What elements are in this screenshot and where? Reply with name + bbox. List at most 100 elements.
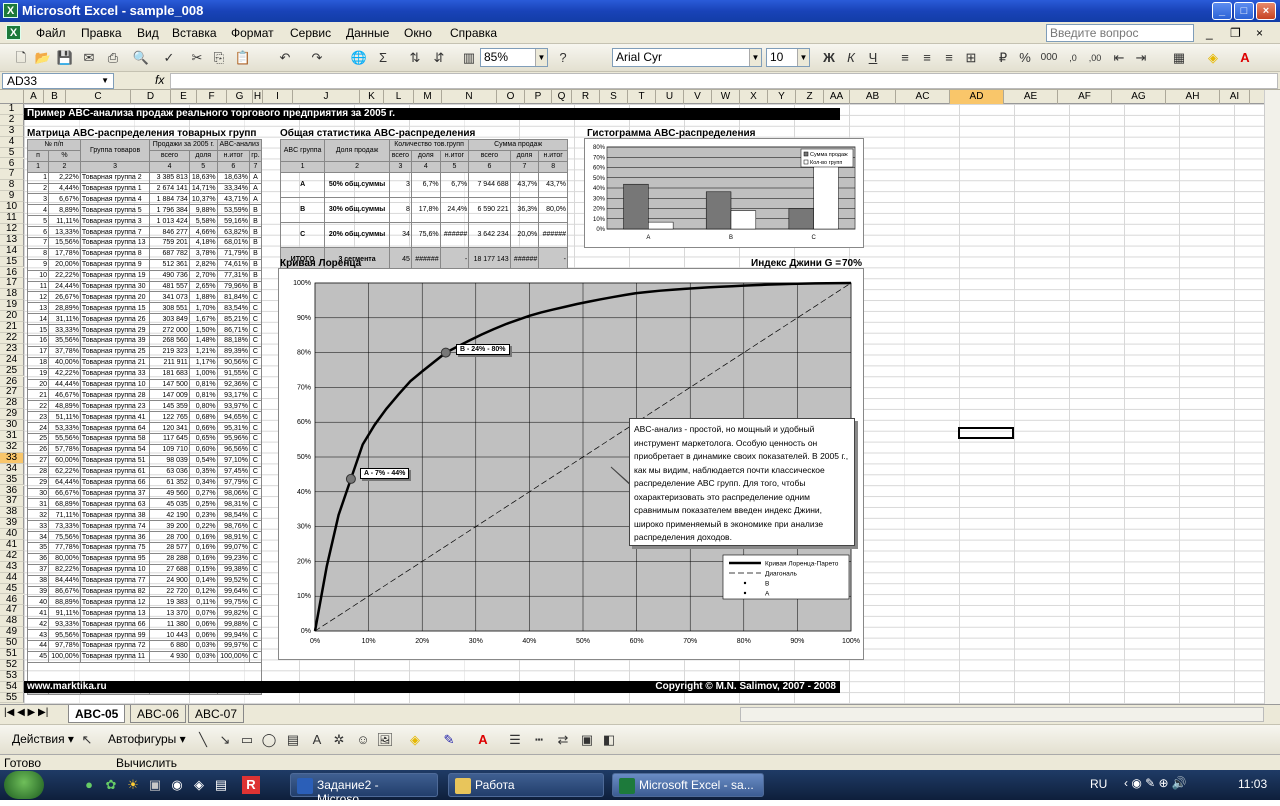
dash-style-icon[interactable]: ┅	[530, 731, 548, 749]
mx-cell[interactable]: Товарная группа 66	[79, 618, 151, 631]
select-all-corner[interactable]	[0, 90, 24, 104]
mx-cell[interactable]: 147 500	[149, 378, 190, 391]
start-button[interactable]	[4, 771, 44, 799]
mx-cell[interactable]: B	[248, 204, 263, 217]
permission-icon[interactable]: ✉	[80, 49, 98, 67]
mx-cell[interactable]: Товарная группа 15	[79, 302, 151, 315]
mx-cell[interactable]: 490 736	[149, 269, 190, 282]
mx-cell[interactable]: 40	[26, 596, 50, 609]
mx-cell[interactable]: Товарная группа 95	[79, 552, 151, 565]
diagram-icon[interactable]: ✲	[330, 731, 348, 749]
italic-icon[interactable]: К	[842, 49, 860, 67]
menu-0[interactable]: Файл	[36, 26, 66, 40]
select-objects-icon[interactable]: ↖	[78, 731, 96, 749]
mx-cell[interactable]: 11 380	[149, 618, 190, 631]
mx-cell[interactable]: 1,88%	[188, 291, 218, 304]
mx-cell[interactable]: 82,22%	[48, 563, 81, 576]
mx-cell[interactable]: C	[248, 422, 263, 435]
mx-cell[interactable]: 8,89%	[48, 204, 81, 217]
mx-cell[interactable]: Товарная группа 33	[79, 367, 151, 380]
mx-cell[interactable]: 39 200	[149, 520, 190, 533]
copy-icon[interactable]: ⎘	[210, 49, 228, 67]
mx-cell[interactable]: 17	[26, 345, 50, 358]
mx-cell[interactable]: 36	[26, 552, 50, 565]
col-header-J[interactable]: J	[293, 90, 360, 104]
mx-cell[interactable]: Товарная группа 21	[79, 356, 151, 369]
mx-cell[interactable]: 91,55%	[216, 367, 250, 380]
worksheet-grid[interactable]: Пример ABC-анализа продаж реального торг…	[24, 104, 1264, 704]
st-cell[interactable]: 6 590 221	[468, 196, 511, 223]
autoshapes-menu[interactable]: Автофигуры ▾	[108, 732, 186, 746]
mx-cell[interactable]: 81,84%	[216, 291, 250, 304]
menu-4[interactable]: Формат	[231, 26, 274, 40]
mx-cell[interactable]: 0,35%	[188, 465, 218, 478]
mx-cell[interactable]: 97,45%	[216, 465, 250, 478]
mx-cell[interactable]: C	[248, 443, 263, 456]
row-header-44[interactable]: 44	[0, 572, 24, 584]
mx-cell[interactable]: 55,56%	[48, 433, 81, 445]
mx-cell[interactable]: C	[248, 531, 263, 543]
mx-cell[interactable]: 37	[26, 563, 50, 576]
mx-cell[interactable]: C	[248, 574, 263, 587]
mx-cell[interactable]: 2,82%	[188, 258, 218, 271]
mx-cell[interactable]: Товарная группа 10	[79, 563, 151, 576]
formula-input[interactable]	[170, 73, 1278, 89]
mx-cell[interactable]: 4,44%	[48, 182, 81, 195]
mx-cell[interactable]: Товарная группа 51	[79, 454, 151, 467]
mx-cell[interactable]: 2,65%	[188, 280, 218, 293]
mx-cell[interactable]: 109 710	[149, 443, 190, 456]
mx-cell[interactable]: 0,16%	[188, 552, 218, 565]
mx-cell[interactable]: Товарная группа 1	[79, 182, 151, 195]
annotation-callout[interactable]: ABC-анализ - простой, но мощный и удобны…	[629, 418, 855, 546]
col-header-C[interactable]: C	[66, 90, 131, 104]
row-header-34[interactable]: 34	[0, 463, 24, 475]
mx-cell[interactable]: Товарная группа 13	[79, 237, 151, 249]
mx-cell[interactable]: 28 700	[149, 531, 190, 543]
mx-cell[interactable]: 99,75%	[216, 596, 250, 609]
mx-cell[interactable]: 99,52%	[216, 574, 250, 587]
mx-cell[interactable]: 26	[26, 443, 50, 456]
st-cell[interactable]: 34	[388, 221, 412, 248]
mx-cell[interactable]: 63 036	[149, 465, 190, 478]
help-search-input[interactable]: Введите вопрос	[1046, 24, 1194, 42]
col-header-M[interactable]: M	[414, 90, 442, 104]
sheet-tab-ABC-06[interactable]: ABC-06	[130, 705, 187, 723]
outdent-icon[interactable]: ⇥	[1132, 49, 1150, 67]
mx-cell[interactable]: 15,56%	[48, 237, 81, 249]
mx-cell[interactable]: 3,78%	[188, 247, 218, 260]
mx-cell[interactable]: 19	[26, 367, 50, 380]
open-icon[interactable]: 📂	[34, 49, 52, 67]
col-header-P[interactable]: P	[525, 90, 552, 104]
mx-cell[interactable]: 1,50%	[188, 324, 218, 337]
mx-cell[interactable]: 42	[26, 618, 50, 631]
menu-2[interactable]: Вид	[137, 26, 159, 40]
mx-cell[interactable]: 0,07%	[188, 607, 218, 620]
mx-cell[interactable]: 68,89%	[48, 498, 81, 511]
mx-cell[interactable]: 26,67%	[48, 291, 81, 304]
mx-cell[interactable]: 19 383	[149, 596, 190, 609]
print-preview-icon[interactable]: 🔍	[132, 49, 150, 67]
mx-cell[interactable]: 13 370	[149, 607, 190, 620]
col-header-I[interactable]: I	[263, 90, 293, 104]
st-cell[interactable]: 43,7%	[538, 171, 568, 198]
mx-cell[interactable]: 28	[26, 465, 50, 478]
mx-cell[interactable]: 8	[26, 247, 50, 260]
mx-cell[interactable]: C	[248, 465, 263, 478]
st-cell[interactable]: 3 642 234	[468, 221, 511, 248]
mx-cell[interactable]: 24	[26, 422, 50, 435]
mx-cell[interactable]: 22	[26, 400, 50, 413]
mx-cell[interactable]: C	[248, 607, 263, 620]
draw-fill-icon[interactable]: ◈	[406, 731, 424, 749]
mx-cell[interactable]: C	[248, 367, 263, 380]
mx-cell[interactable]: 24 900	[149, 574, 190, 587]
col-header-K[interactable]: K	[360, 90, 384, 104]
mx-cell[interactable]: C	[248, 335, 263, 347]
mx-cell[interactable]: 94,65%	[216, 411, 250, 424]
mx-cell[interactable]: C	[248, 520, 263, 533]
task-folder[interactable]: Работа	[448, 773, 604, 797]
mx-cell[interactable]: 14	[26, 313, 50, 326]
mx-cell[interactable]: 0,03%	[188, 639, 218, 652]
st-cell[interactable]: 43,7%	[509, 171, 540, 198]
mx-cell[interactable]: 16	[26, 335, 50, 347]
st-cell[interactable]: 24,4%	[439, 196, 470, 223]
